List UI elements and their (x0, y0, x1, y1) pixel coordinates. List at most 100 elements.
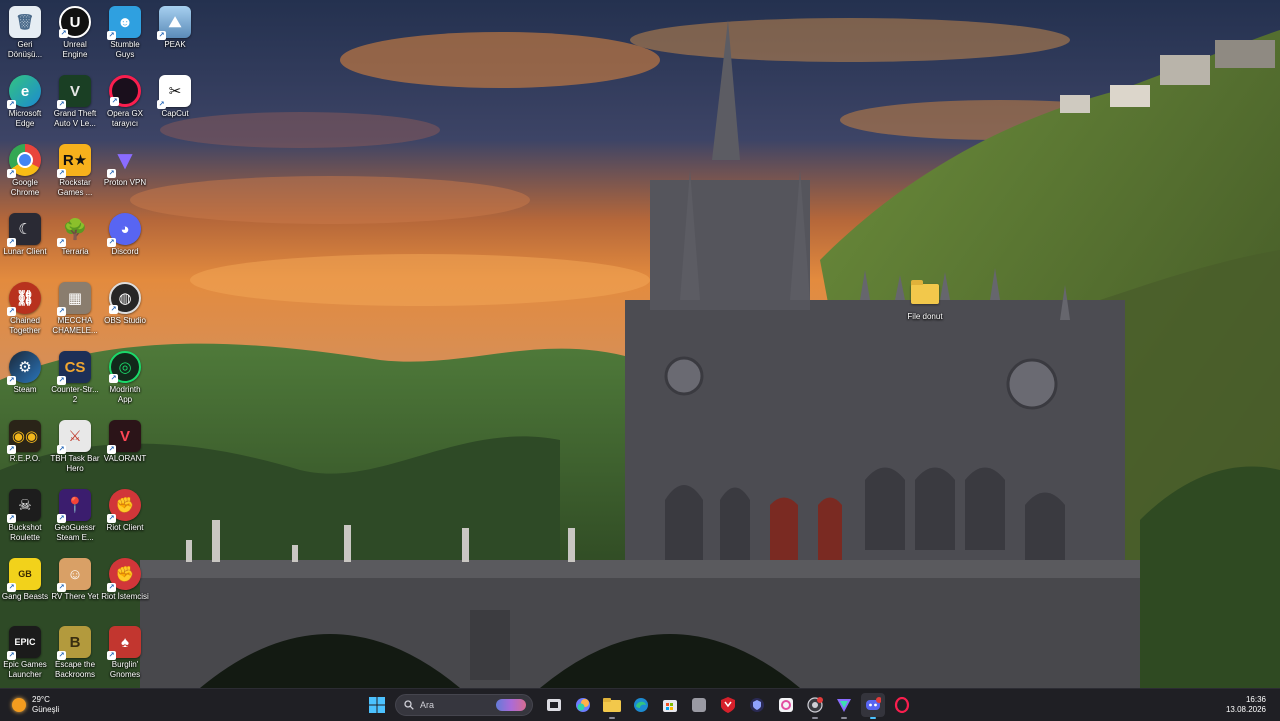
stumble-guys-icon: ☻ ↗ (107, 6, 141, 40)
desktop-icon-steam[interactable]: ⚙ ↗ Steam (0, 347, 50, 395)
desktop-icon-label: Geri Dönüşü... (7, 40, 43, 59)
desktop-icon-stumble-guys[interactable]: ☻ ↗ Stumble Guys (100, 2, 150, 60)
desktop-icon-escape-the-backrooms[interactable]: B ↗ Escape the Backrooms (50, 622, 100, 680)
desktop-icon-chained-together[interactable]: ⛓ ↗ Chained Together (0, 278, 50, 336)
browser-icon (806, 697, 823, 713)
weather-widget[interactable]: 29°C Güneşli (12, 694, 59, 716)
desktop-icon-label: Unreal Engine (62, 40, 88, 59)
desktop-icon-discord[interactable]: ◕ ↗ Discord (100, 209, 150, 257)
desktop-icon-capcut[interactable]: ✂ ↗ CapCut (150, 71, 200, 119)
desktop-icon-buckshot-roulette[interactable]: ☠ ↗ Buckshot Roulette (0, 485, 50, 543)
desktop-icon-label: OBS Studio (104, 316, 146, 325)
desktop-icon-unreal-engine[interactable]: U ↗ Unreal Engine (50, 2, 100, 60)
taskbar-app-edge[interactable] (629, 693, 653, 717)
desktop-icon-tbh-task-bar-hero[interactable]: ⚔ ↗ TBH Task Bar Hero (50, 416, 100, 474)
desktop-icon-label: R.E.P.O. (9, 454, 41, 463)
desktop-icon-repo[interactable]: ◉◉ ↗ R.E.P.O. (0, 416, 50, 464)
opera-gx-icon: ↗ (109, 75, 141, 107)
desktop-icon-riot-istemcisi[interactable]: ✊ ↗ Riot İstemcisi (100, 554, 150, 602)
taskbar-app-copilot[interactable] (571, 693, 595, 717)
desktop-icon-rockstar-games[interactable]: R★ ↗ Rockstar Games ... (50, 140, 100, 198)
rockstar-icon: R★ ↗ (57, 144, 91, 178)
desktop-icon-label: Rockstar Games ... (57, 178, 93, 197)
proton-vpn-icon: ▼ ↗ (107, 144, 138, 178)
meccha-icon: ▦ ↗ (57, 282, 91, 316)
desktop-icon-modrinth[interactable]: ◎ ↗ Modrinth App (100, 347, 150, 405)
desktop-icon-google-chrome[interactable]: ↗ Google Chrome (0, 140, 50, 198)
taskbar-app-discord[interactable] (860, 693, 885, 719)
desktop-icon-label: CapCut (161, 109, 189, 118)
desktop-icon-rv-there-yet[interactable]: ☺ ↗ RV There Yet (50, 554, 100, 602)
desktop-icon-valorant[interactable]: V ↗ VALORANT (100, 416, 150, 464)
desktop-icon-geoguessr[interactable]: 📍 ↗ GeoGuessr Steam E... (50, 485, 100, 543)
desktop-icon-microsoft-edge[interactable]: e ↗ Microsoft Edge (0, 71, 50, 129)
desktop-icon-label: TBH Task Bar Hero (50, 454, 100, 473)
desktop-icon-meccha-chameleon[interactable]: ▦ ↗ MECCHA CHAMELE... (50, 278, 100, 336)
desktop-icon-label: Opera GX tarayıcı (106, 109, 143, 128)
desktop-icon-label: Chained Together (9, 316, 41, 335)
taskbar-app-browser[interactable] (803, 693, 827, 719)
chained-together-icon: ⛓ ↗ (7, 282, 41, 316)
desktop-icon-epic-games[interactable]: EPIC ↗ Epic Games Launcher (0, 622, 50, 680)
desktop-icon-label: Terraria (61, 247, 89, 256)
taskbar-app-opera-gx[interactable] (890, 693, 914, 717)
desktop-icon-label: Burglin' Gnomes (109, 660, 141, 679)
desktop-folder-file-donut[interactable]: File donut (899, 280, 951, 324)
desktop-icon-label: Counter-Str... 2 (51, 385, 99, 404)
desktop-icon-burglin-gnomes[interactable]: ♠ ↗ Burglin' Gnomes (100, 622, 150, 680)
app-icon (691, 698, 706, 712)
riot-client-icon: ✊ ↗ (107, 489, 141, 523)
desktop-icon-proton-vpn[interactable]: ▼ ↗ Proton VPN (100, 140, 150, 188)
taskbar-app-file-explorer[interactable] (600, 693, 624, 719)
steam-icon: ⚙ ↗ (7, 351, 41, 385)
taskbar-search[interactable]: Ara (395, 694, 533, 716)
desktop-icon-lunar-client[interactable]: ☾ ↗ Lunar Client (0, 209, 50, 257)
repo-icon: ◉◉ ↗ (7, 420, 41, 454)
desktop-icon-terraria[interactable]: 🌳 ↗ Terraria (50, 209, 100, 257)
desktop-icon-gta-v[interactable]: V ↗ Grand Theft Auto V Le... (50, 71, 100, 129)
taskbar-app-mcafee[interactable] (716, 693, 740, 717)
desktop-icon-label: RV There Yet (51, 592, 99, 601)
rv-there-yet-icon: ☺ ↗ (57, 558, 91, 592)
copilot-icon (575, 698, 590, 712)
lunar-client-icon: ☾ ↗ (7, 213, 41, 247)
desktop-icon-recycle-bin[interactable]: 🗑 Geri Dönüşü... (0, 2, 50, 60)
epic-games-icon: EPIC ↗ (7, 626, 41, 660)
taskbar-app-mail[interactable] (774, 693, 798, 717)
capcut-icon: ✂ ↗ (157, 75, 191, 109)
desktop-icon-counter-strike-2[interactable]: CS ↗ Counter-Str... 2 (50, 347, 100, 405)
terraria-icon: 🌳 ↗ (57, 218, 88, 247)
desktop-icon-label: Steam (13, 385, 37, 394)
desktop-icon-opera-gx[interactable]: ↗ Opera GX tarayıcı (100, 71, 150, 129)
running-indicator (840, 717, 847, 719)
desktop-icon-label: Microsoft Edge (8, 109, 42, 128)
taskbar-app-generic[interactable] (687, 693, 711, 717)
unreal-engine-icon: U ↗ (59, 6, 91, 38)
desktop-icon-riot-client[interactable]: ✊ ↗ Riot Client (100, 485, 150, 533)
taskbar-app-proton-vpn[interactable] (832, 693, 856, 719)
tbh-icon: ⚔ ↗ (57, 420, 91, 454)
store-icon (662, 700, 677, 712)
taskbar-app-store[interactable] (658, 693, 682, 717)
start-button[interactable] (365, 693, 389, 717)
desktop-icon-peak[interactable]: ⛰ ↗ PEAK (150, 2, 200, 50)
desktop-icon-gang-beasts[interactable]: GB ↗ Gang Beasts (0, 554, 50, 602)
taskbar-clock[interactable]: 16:36 13.08.2026 (1226, 695, 1266, 715)
search-icon (404, 700, 414, 710)
burglin-gnomes-icon: ♠ ↗ (107, 626, 141, 660)
desktop-icon-label: Google Chrome (10, 178, 40, 197)
weather-text: 29°C Güneşli (32, 695, 59, 715)
recycle-bin-icon: 🗑 (9, 6, 41, 38)
taskbar-app-task-view[interactable] (542, 693, 566, 717)
edge-icon: e ↗ (7, 75, 41, 109)
taskbar-center: Ara (362, 693, 916, 719)
obs-studio-icon: ◍ ↗ (109, 282, 141, 314)
desktop-icon-obs-studio[interactable]: ◍ ↗ OBS Studio (100, 278, 150, 326)
running-indicator (869, 717, 876, 719)
weather-temperature: 29°C (32, 695, 50, 704)
desktop-icon-label: Discord (111, 247, 139, 256)
desktop-icon-label: Riot Client (106, 523, 144, 532)
taskbar-app-vpn-shield[interactable] (745, 693, 769, 717)
chrome-icon: ↗ (7, 144, 41, 178)
modrinth-icon: ◎ ↗ (109, 351, 141, 383)
